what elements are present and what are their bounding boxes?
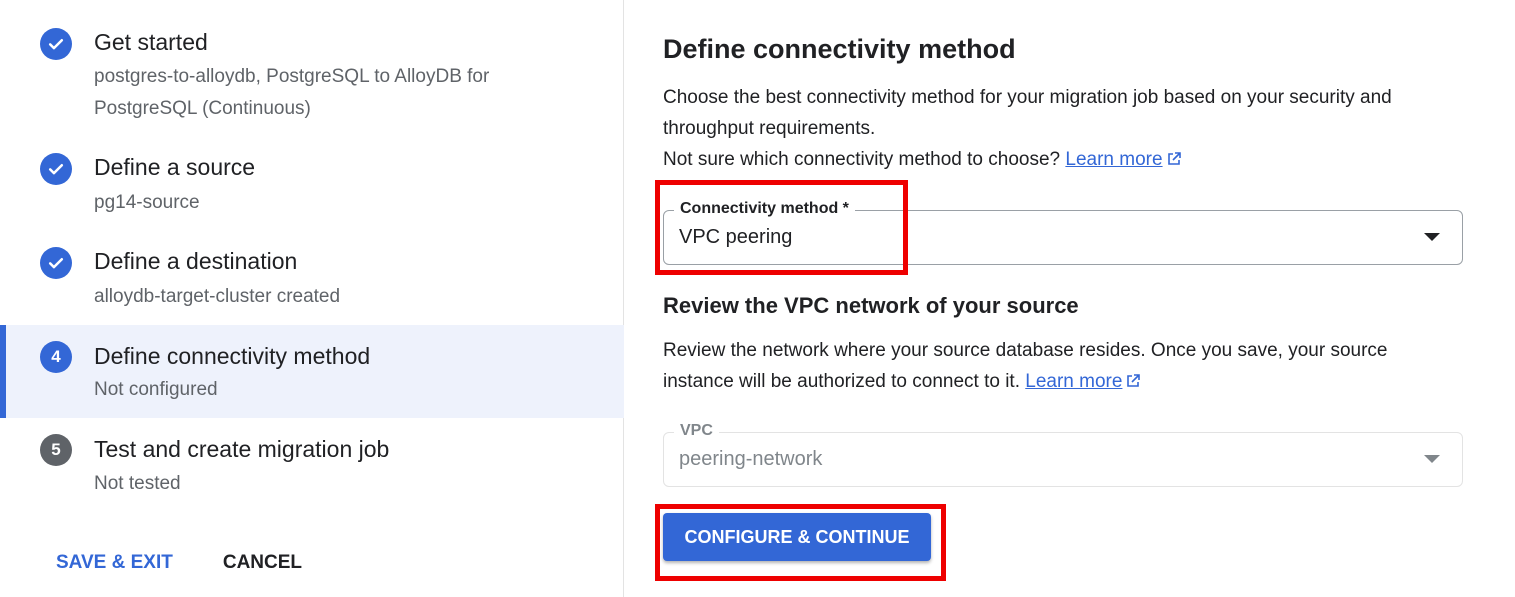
step-title: Define a destination — [94, 248, 298, 274]
check-icon — [40, 153, 72, 185]
learn-more-link[interactable]: Learn more — [1065, 149, 1181, 170]
step-subtitle: Not configured — [94, 379, 218, 400]
step-title: Get started — [94, 29, 208, 55]
stepper-panel: Get started postgres-to-alloydb, Postgre… — [0, 0, 624, 597]
step-subtitle: PostgreSQL (Continuous) — [94, 98, 311, 119]
save-exit-button[interactable]: SAVE & EXIT — [40, 548, 189, 578]
step-subtitle: alloydb-target-cluster created — [94, 286, 341, 307]
step-title: Define a source — [94, 154, 256, 180]
description-line: Review the network where your source dat… — [663, 340, 1388, 361]
field-label: VPC — [674, 422, 719, 440]
step-define-connectivity[interactable]: 4 Define connectivity method Not configu… — [0, 325, 624, 418]
stepper-actions: SAVE & EXIT CANCEL — [40, 548, 318, 578]
step-title: Test and create migration job — [94, 436, 390, 462]
description-line: throughput requirements. — [663, 118, 876, 139]
external-link-icon — [1127, 374, 1141, 387]
description-text: Not sure which connectivity method to ch… — [663, 149, 1061, 170]
step-title: Define connectivity method — [94, 343, 371, 369]
highlight-box-connectivity — [655, 180, 908, 275]
form-description: Choose the best connectivity method for … — [663, 82, 1473, 175]
check-icon — [40, 28, 72, 60]
section-description: Review the network where your source dat… — [663, 335, 1473, 397]
step-define-destination[interactable]: Define a destination alloydb-target-clus… — [0, 230, 624, 325]
step-define-source[interactable]: Define a source pg14-source — [0, 135, 624, 230]
dropdown-arrow-icon — [1424, 455, 1440, 463]
cancel-button[interactable]: CANCEL — [207, 548, 318, 578]
page-title: Define connectivity method — [663, 34, 1016, 64]
highlight-box-configure — [655, 504, 946, 581]
section-learn-more-link[interactable]: Learn more — [1025, 371, 1141, 392]
field-value: peering-network — [679, 448, 823, 470]
dropdown-arrow-icon — [1424, 233, 1440, 241]
description-line: Choose the best connectivity method for … — [663, 87, 1392, 108]
learn-more-label: Learn more — [1025, 371, 1123, 392]
external-link-icon — [1167, 152, 1181, 165]
description-line: Not sure which connectivity method to ch… — [663, 144, 1473, 175]
check-icon — [40, 247, 72, 279]
step-subtitle: postgres-to-alloydb, PostgreSQL to Alloy… — [94, 66, 490, 87]
step-subtitle: Not tested — [94, 473, 181, 494]
section-title: Review the VPC network of your source — [663, 293, 1079, 318]
step-get-started[interactable]: Get started postgres-to-alloydb, Postgre… — [0, 0, 624, 135]
description-line: instance will be authorized to connect t… — [663, 366, 1473, 397]
step-number-badge: 5 — [40, 434, 72, 466]
vpc-select: VPC peering-network — [663, 422, 1463, 487]
learn-more-label: Learn more — [1065, 149, 1163, 170]
step-test-create[interactable]: 5 Test and create migration job Not test… — [0, 418, 624, 513]
description-text: instance will be authorized to connect t… — [663, 371, 1020, 392]
step-number-badge: 4 — [40, 341, 72, 373]
step-subtitle: pg14-source — [94, 192, 200, 213]
